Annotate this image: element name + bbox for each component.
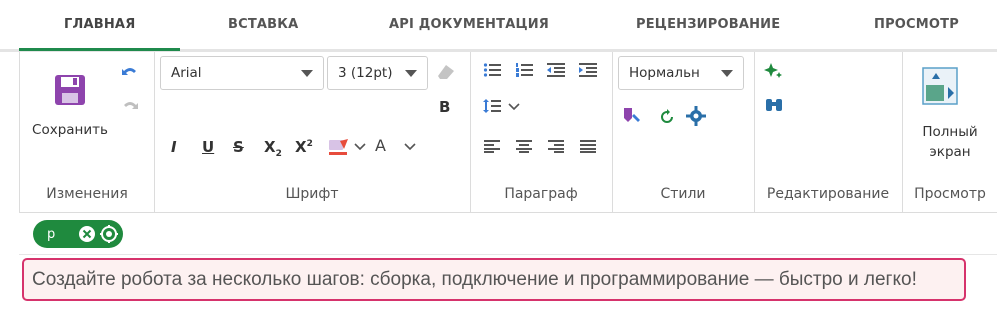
active-tab-indicator [19, 48, 180, 51]
tab-insert[interactable]: ВСТАВКА [228, 17, 298, 32]
font-color-button[interactable]: A [375, 136, 386, 155]
align-left-icon[interactable] [480, 136, 504, 156]
bold-button[interactable]: B [439, 98, 450, 116]
fullscreen-icon[interactable] [920, 66, 960, 106]
chevron-down-icon [721, 69, 733, 77]
group-label-view: Просмотр [914, 186, 986, 202]
group-label-editing: Редактирование [766, 186, 890, 202]
group-label-changes: Изменения [46, 186, 128, 202]
ribbon-toolbar: Сохранить Изменения Arial 3 (12pt) B I U… [19, 52, 997, 213]
line-spacing-icon[interactable] [480, 96, 504, 116]
style-select[interactable]: Нормальн [618, 56, 744, 90]
group-label-font: Шрифт [285, 186, 339, 202]
italic-button[interactable]: I [171, 138, 177, 156]
style-value: Нормальн [629, 65, 700, 81]
tab-review[interactable]: РЕЦЕНЗИРОВАНИЕ [636, 17, 780, 32]
editor-paragraph[interactable]: Создайте робота за несколько шагов: сбор… [22, 258, 966, 301]
font-size-value: 3 (12pt) [338, 65, 393, 81]
align-center-icon[interactable] [512, 136, 536, 156]
group-label-styles: Стили [660, 186, 706, 202]
save-icon[interactable] [50, 70, 90, 110]
underline-button[interactable]: U [202, 138, 214, 156]
group-label-paragraph: Параграф [504, 186, 578, 202]
tab-view[interactable]: ПРОСМОТР [874, 17, 959, 32]
numbered-list-icon[interactable] [512, 60, 536, 80]
increase-indent-icon[interactable] [576, 60, 600, 80]
font-family-select[interactable]: Arial [160, 56, 324, 90]
element-tag-pill[interactable]: p [33, 220, 123, 248]
binoculars-icon[interactable] [762, 94, 786, 116]
align-justify-icon[interactable] [576, 136, 600, 156]
gear-icon[interactable] [99, 224, 119, 244]
tab-home[interactable]: ГЛАВНАЯ [64, 17, 135, 32]
chevron-down-icon[interactable] [506, 100, 522, 114]
superscript-button[interactable]: X2 [295, 138, 313, 156]
ribbon-tabs: ГЛАВНАЯ ВСТАВКА API ДОКУМЕНТАЦИЯ РЕЦЕНЗИ… [0, 0, 997, 52]
font-size-select[interactable]: 3 (12pt) [327, 56, 428, 90]
redo-icon[interactable] [118, 96, 142, 116]
subscript-button[interactable]: X2 [264, 138, 282, 159]
sparkle-icon[interactable] [762, 60, 786, 82]
align-right-icon[interactable] [544, 136, 568, 156]
format-painter-icon[interactable] [620, 104, 644, 128]
refresh-icon[interactable] [656, 106, 678, 128]
font-family-value: Arial [171, 65, 202, 81]
tab-api-docs[interactable]: API ДОКУМЕНТАЦИЯ [389, 17, 549, 32]
element-path-bar: p [19, 214, 997, 255]
chevron-down-icon[interactable] [352, 140, 368, 154]
close-icon[interactable] [77, 224, 97, 244]
chevron-down-icon [405, 69, 417, 77]
chevron-down-icon [301, 69, 313, 77]
strikethrough-button[interactable]: S [233, 138, 244, 156]
element-tag-label: p [47, 226, 56, 242]
bullet-list-icon[interactable] [480, 60, 504, 80]
decrease-indent-icon[interactable] [544, 60, 568, 80]
eraser-icon[interactable] [434, 62, 458, 82]
fullscreen-button-label[interactable]: Полный экран [904, 122, 996, 162]
undo-icon[interactable] [118, 62, 142, 82]
gear-icon[interactable] [684, 104, 708, 128]
chevron-down-icon[interactable] [402, 140, 418, 154]
highlight-color-icon[interactable] [326, 136, 352, 158]
save-button-label[interactable]: Сохранить [28, 122, 112, 138]
